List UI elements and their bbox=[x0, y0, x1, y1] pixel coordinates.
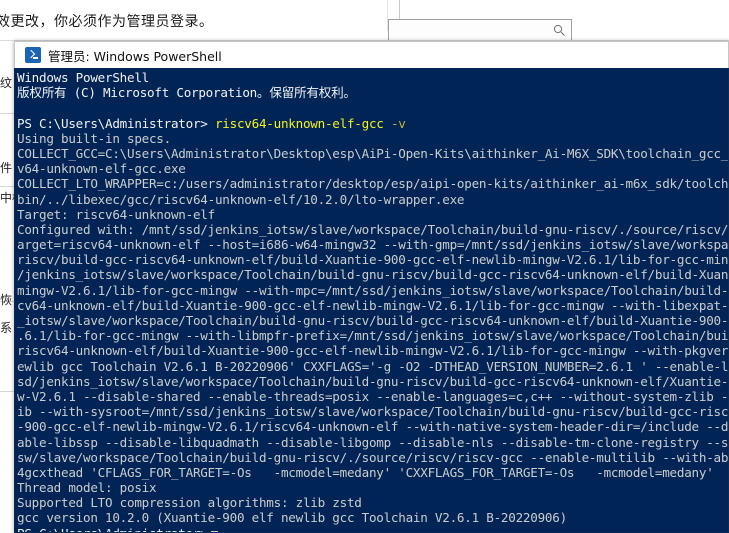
terminal-text-segment: /jenkins_iotsw/slave/workspace/Toolchain… bbox=[17, 267, 728, 283]
powershell-console-body[interactable]: Windows PowerShell 版权所有 (C) Microsoft Cor… bbox=[14, 68, 729, 533]
terminal-line: Target: riscv64-unknown-elf bbox=[17, 207, 728, 222]
terminal-line: COLLECT_LTO_WRAPPER=c:/users/administrat… bbox=[17, 176, 728, 191]
terminal-line: arget=riscv64-unknown-elf --host=i686-w6… bbox=[17, 237, 728, 252]
terminal-text-segment: _iotsw/slave/workspace/Toolchain/build-g… bbox=[17, 313, 728, 328]
terminal-text-segment: -900-gcc-elf-newlib-mingw-V2.6.1/riscv64… bbox=[17, 419, 728, 435]
terminal-text-segment: .6.1/lib-for-gcc-mingw --with-libmpfr-pr… bbox=[17, 328, 728, 344]
terminal-text-segment: bin/../libexec/gcc/riscv64-unknown-elf/1… bbox=[17, 191, 465, 207]
terminal-text-segment: -v bbox=[383, 115, 406, 131]
terminal-text-segment: 版权所有 (C) Microsoft Corporation。保留所有权利。 bbox=[17, 85, 356, 101]
terminal-text-segment: arget=riscv64-unknown-elf --host=i686-w6… bbox=[17, 237, 728, 253]
terminal-line: cv64-unknown-elf/build-Xuantie-900-gcc-e… bbox=[17, 298, 728, 313]
background-fragment-3: 恢 bbox=[0, 293, 13, 307]
terminal-text-segment: Thread model: posix bbox=[17, 480, 157, 496]
search-icon bbox=[553, 24, 566, 37]
terminal-text-segment: v64-unknown-elf-gcc.exe bbox=[17, 161, 186, 177]
terminal-prompt: PS C:\Users\Administrator> bbox=[17, 526, 208, 532]
terminal-line: -900-gcc-elf-newlib-mingw-V2.6.1/riscv64… bbox=[17, 419, 728, 434]
terminal-line: v64-unknown-elf-gcc.exe bbox=[17, 161, 728, 176]
powershell-title: 管理员: Windows PowerShell bbox=[48, 48, 222, 64]
terminal-line: able-libssp --disable-libquadmath --disa… bbox=[17, 435, 728, 450]
terminal-line: gcc version 10.2.0 (Xuantie-900 elf newl… bbox=[17, 510, 728, 525]
terminal-text-segment: COLLECT_LTO_WRAPPER=c:/users/administrat… bbox=[17, 176, 728, 192]
terminal-line: _iotsw/slave/workspace/Toolchain/build-g… bbox=[17, 313, 728, 328]
powershell-window: 管理员: Windows PowerShell Windows PowerShe… bbox=[14, 41, 729, 533]
terminal-text-segment: riscv64-unknown-elf/build-Xuantie-900-gc… bbox=[17, 343, 728, 359]
terminal-line: ib --with-sysroot=/mnt/ssd/jenkins_iotsw… bbox=[17, 404, 728, 419]
terminal-line: sd/jenkins_iotsw/slave/workspace/Toolcha… bbox=[17, 374, 728, 389]
terminal-text-segment: Supported LTO compression algorithms: zl… bbox=[17, 495, 362, 511]
terminal-line: Thread model: posix bbox=[17, 480, 728, 495]
terminal-line: ewlib gcc Toolchain V2.6.1 B-20220906' C… bbox=[17, 359, 728, 374]
terminal-text-segment: PS C:\Users\Administrator> bbox=[17, 115, 215, 131]
terminal-text-segment: ewlib gcc Toolchain V2.6.1 B-20220906' C… bbox=[17, 358, 728, 374]
terminal-text-segment: able-libssp --disable-libquadmath --disa… bbox=[17, 434, 728, 450]
terminal-line: Using built-in specs. bbox=[17, 131, 728, 146]
terminal-text-segment: riscv64-unknown-elf-gcc bbox=[214, 115, 384, 131]
terminal-text-segment: sw/slave/workspace/Toolchain/build-gnu-r… bbox=[17, 449, 728, 465]
terminal-line: 版权所有 (C) Microsoft Corporation。保留所有权利。 bbox=[17, 85, 728, 100]
powershell-titlebar[interactable]: 管理员: Windows PowerShell bbox=[14, 41, 729, 68]
terminal-line: riscv64-unknown-elf/build-Xuantie-900-gc… bbox=[17, 343, 728, 358]
background-notice-text: 效更改，你必须作为管理员登录。 bbox=[0, 14, 214, 30]
terminal-text-segment: Using built-in specs. bbox=[17, 130, 171, 146]
terminal-line: Windows PowerShell bbox=[17, 70, 728, 85]
background-fragment-4: 系 bbox=[0, 321, 13, 335]
terminal-line: PS C:\Users\Administrator> riscv64-unkno… bbox=[17, 116, 728, 131]
terminal-text-segment: 4gcxthead 'CFLAGS_FOR_TARGET=-Os -mcmode… bbox=[17, 464, 714, 480]
terminal-text-segment: cv64-unknown-elf/build-Xuantie-900-gcc-e… bbox=[17, 297, 728, 313]
screen-root: 效更改，你必须作为管理员登录。 纹 件 中标 恢 系 bbox=[0, 0, 729, 533]
terminal-line: riscv/build-gcc-riscv64-unknown-elf/buil… bbox=[17, 252, 728, 267]
terminal-line: /jenkins_iotsw/slave/workspace/Toolchain… bbox=[17, 267, 728, 282]
terminal-line: mingw-V2.6.1/lib-for-gcc-mingw --with-mp… bbox=[17, 283, 728, 298]
terminal-output: Windows PowerShell 版权所有 (C) Microsoft Cor… bbox=[17, 70, 728, 532]
terminal-text-segment: sd/jenkins_iotsw/slave/workspace/Toolcha… bbox=[17, 373, 728, 389]
terminal-text-segment: mingw-V2.6.1/lib-for-gcc-mingw --with-mp… bbox=[17, 282, 728, 298]
terminal-text-segment: Target: riscv64-unknown-elf bbox=[17, 206, 215, 222]
powershell-icon bbox=[25, 47, 41, 63]
terminal-text-segment: gcc version 10.2.0 (Xuantie-900 elf newl… bbox=[17, 510, 567, 526]
terminal-line: w-V2.6.1 --disable-shared --enable-threa… bbox=[17, 389, 728, 404]
terminal-text-segment: w-V2.6.1 --disable-shared --enable-threa… bbox=[17, 388, 728, 404]
terminal-line: COLLECT_GCC=C:\Users\Administrator\Deskt… bbox=[17, 146, 728, 161]
terminal-text-segment: Configured with: /mnt/ssd/jenkins_iotsw/… bbox=[17, 221, 728, 237]
terminal-line: sw/slave/workspace/Toolchain/build-gnu-r… bbox=[17, 450, 728, 465]
background-fragment-2: 中标 bbox=[0, 191, 14, 205]
terminal-text-segment: Windows PowerShell bbox=[17, 70, 149, 85]
terminal-line: 4gcxthead 'CFLAGS_FOR_TARGET=-Os -mcmode… bbox=[17, 465, 728, 480]
terminal-line: bin/../libexec/gcc/riscv64-unknown-elf/1… bbox=[17, 192, 728, 207]
terminal-line: Supported LTO compression algorithms: zl… bbox=[17, 495, 728, 510]
background-fragment-0: 纹 bbox=[0, 76, 13, 90]
terminal-text-segment: COLLECT_GCC=C:\Users\Administrator\Deskt… bbox=[17, 145, 728, 161]
terminal-line: Configured with: /mnt/ssd/jenkins_iotsw/… bbox=[17, 222, 728, 237]
background-fragment-1: 件 bbox=[0, 161, 13, 175]
background-search-input[interactable] bbox=[388, 19, 572, 41]
terminal-text-segment: riscv/build-gcc-riscv64-unknown-elf/buil… bbox=[17, 252, 728, 268]
terminal-text-segment: ib --with-sysroot=/mnt/ssd/jenkins_iotsw… bbox=[17, 404, 728, 420]
terminal-prompt-line: PS C:\Users\Administrator> bbox=[17, 526, 728, 532]
terminal-line: .6.1/lib-for-gcc-mingw --with-libmpfr-pr… bbox=[17, 328, 728, 343]
